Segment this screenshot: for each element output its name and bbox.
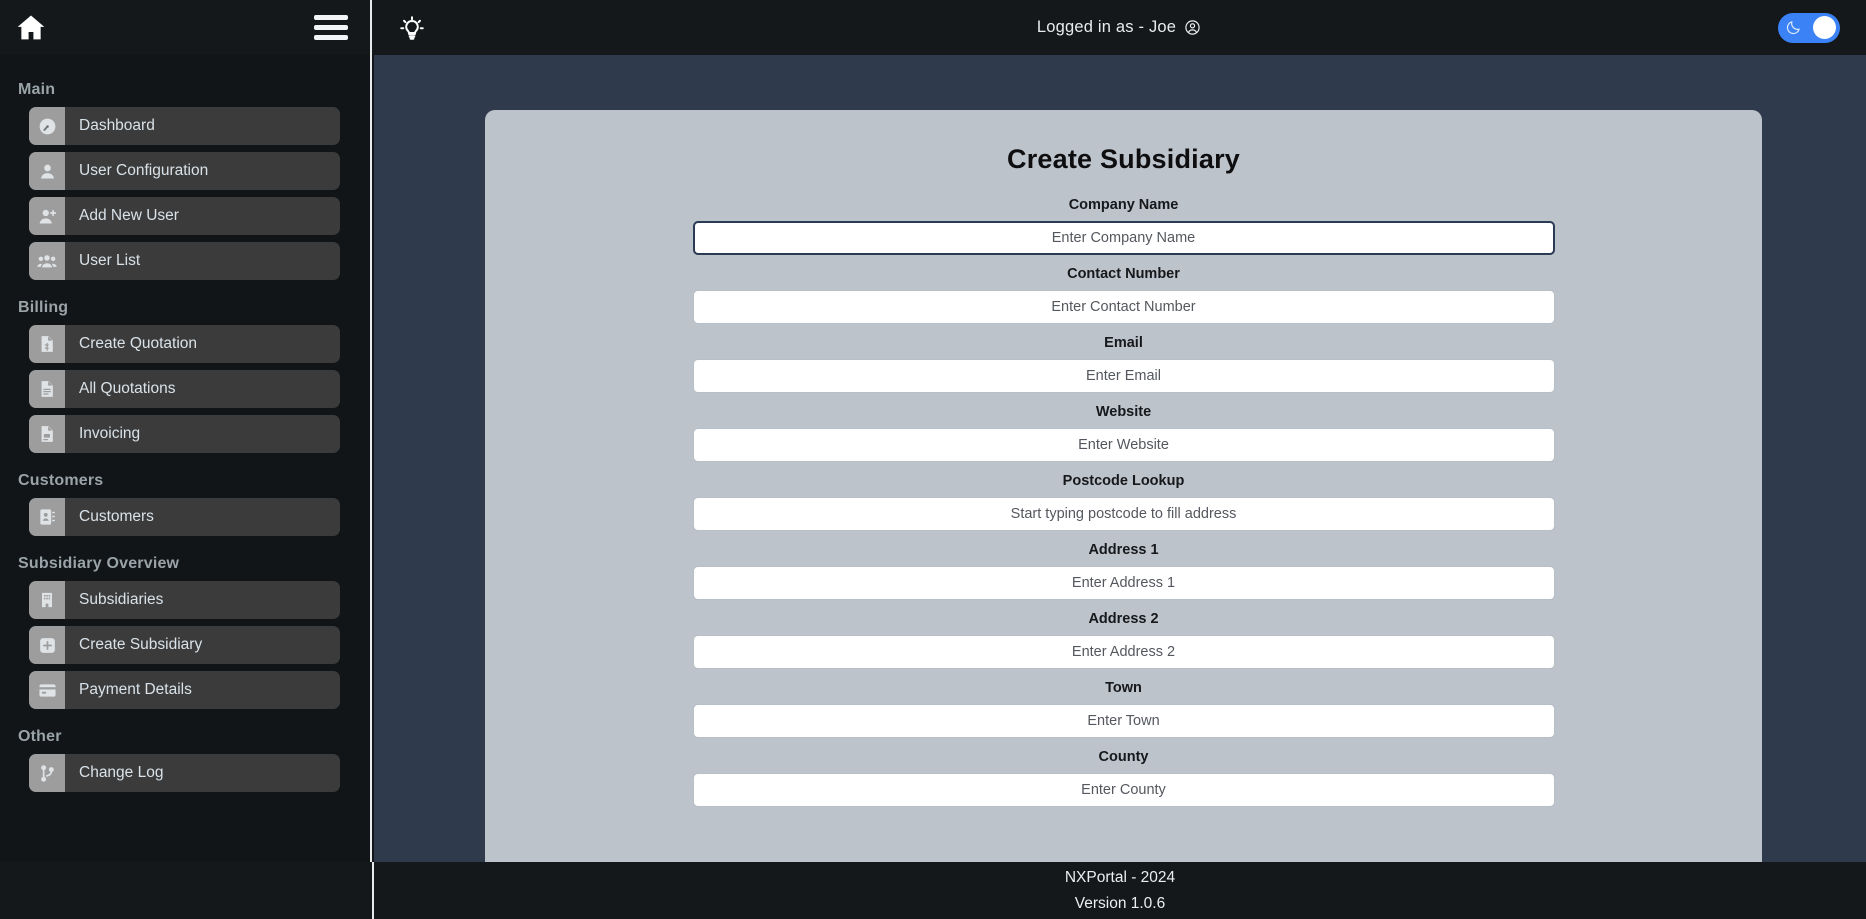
sidebar-item-label: User Configuration bbox=[79, 162, 209, 179]
create-subsidiary-form-card: Create Subsidiary Company Name Contact N… bbox=[485, 110, 1762, 862]
logged-in-status: Logged in as - Joe bbox=[372, 0, 1866, 55]
sidebar-item-add-new-user[interactable]: Add New User bbox=[29, 197, 340, 235]
field-label: Address 1 bbox=[1088, 542, 1159, 558]
sidebar-section-title: Customers bbox=[18, 472, 104, 489]
form-field-county: County bbox=[485, 749, 1762, 807]
users-group-icon bbox=[29, 242, 65, 280]
footer-version: Version 1.0.6 bbox=[1074, 894, 1166, 912]
county-input[interactable] bbox=[692, 773, 1555, 807]
field-label: Website bbox=[1095, 404, 1152, 420]
sidebar-item-label: Dashboard bbox=[79, 117, 155, 134]
sidebar-navigation: Main Dashboard User Configuration Add Ne… bbox=[0, 55, 372, 919]
field-label: Address 2 bbox=[1088, 611, 1159, 627]
sidebar-section-title: Main bbox=[18, 81, 56, 98]
main-content-area: Create Subsidiary Company Name Contact N… bbox=[374, 55, 1866, 862]
address-book-icon bbox=[29, 498, 65, 536]
git-branch-icon bbox=[29, 754, 65, 792]
building-icon bbox=[29, 581, 65, 619]
document-dollar-icon bbox=[29, 325, 65, 363]
sidebar-item-user-list[interactable]: User List bbox=[29, 242, 340, 280]
sidebar-item-label: Create Subsidiary bbox=[79, 636, 203, 653]
field-label: Email bbox=[1104, 335, 1143, 351]
footer-copyright: NXPortal - 2024 bbox=[1064, 868, 1176, 886]
field-label: Company Name bbox=[1068, 197, 1179, 213]
sidebar-item-label: User List bbox=[79, 252, 141, 269]
form-field-postcode-lookup: Postcode Lookup bbox=[485, 473, 1762, 531]
company-name-input[interactable] bbox=[692, 221, 1555, 255]
credit-card-icon bbox=[29, 671, 65, 709]
home-icon[interactable] bbox=[14, 11, 48, 45]
form-field-address-1: Address 1 bbox=[485, 542, 1762, 600]
sidebar-item-payment-details[interactable]: Payment Details bbox=[29, 671, 340, 709]
form-field-contact-number: Contact Number bbox=[485, 266, 1762, 324]
speedometer-icon bbox=[29, 107, 65, 145]
sidebar-item-label: Add New User bbox=[79, 207, 179, 224]
sidebar-item-label: Subsidiaries bbox=[79, 591, 164, 608]
sidebar-item-user-configuration[interactable]: User Configuration bbox=[29, 152, 340, 190]
sidebar-item-label: All Quotations bbox=[79, 380, 176, 397]
page-footer: NXPortal - 2024 Version 1.0.6 bbox=[0, 862, 1866, 919]
logged-in-label: Logged in as - Joe bbox=[1036, 18, 1177, 36]
sidebar-item-create-subsidiary[interactable]: Create Subsidiary bbox=[29, 626, 340, 664]
form-field-email: Email bbox=[485, 335, 1762, 393]
page-title: Create Subsidiary bbox=[1007, 144, 1240, 174]
form-field-company-name: Company Name bbox=[485, 197, 1762, 255]
email-input[interactable] bbox=[692, 359, 1555, 393]
sidebar-header bbox=[0, 0, 372, 55]
top-bar-right: Logged in as - Joe bbox=[372, 0, 1866, 55]
dark-mode-toggle[interactable] bbox=[1778, 12, 1840, 43]
sidebar-section-title: Subsidiary Overview bbox=[18, 555, 180, 572]
sidebar-item-label: Invoicing bbox=[79, 425, 141, 442]
hamburger-bar bbox=[314, 25, 348, 30]
field-label: Town bbox=[1105, 680, 1142, 696]
sidebar-item-all-quotations[interactable]: All Quotations bbox=[29, 370, 340, 408]
invoice-icon bbox=[29, 415, 65, 453]
toggle-knob bbox=[1813, 16, 1836, 39]
contact-number-input[interactable] bbox=[692, 290, 1555, 324]
sidebar-item-label: Customers bbox=[79, 508, 154, 525]
sidebar-item-label: Change Log bbox=[79, 764, 164, 781]
hamburger-bar bbox=[314, 15, 348, 20]
postcode-lookup-input[interactable] bbox=[692, 497, 1555, 531]
user-plus-icon bbox=[29, 197, 65, 235]
lightbulb-icon[interactable] bbox=[394, 10, 430, 46]
app-root: Logged in as - Joe Main Dashboard User C… bbox=[0, 0, 1866, 919]
user-circle-icon bbox=[1185, 20, 1200, 35]
top-bar: Logged in as - Joe bbox=[0, 0, 1866, 55]
plus-square-icon bbox=[29, 626, 65, 664]
sidebar-item-dashboard[interactable]: Dashboard bbox=[29, 107, 340, 145]
moon-icon bbox=[1785, 19, 1802, 36]
website-input[interactable] bbox=[692, 428, 1555, 462]
document-lines-icon bbox=[29, 370, 65, 408]
sidebar-item-subsidiaries[interactable]: Subsidiaries bbox=[29, 581, 340, 619]
sidebar-item-create-quotation[interactable]: Create Quotation bbox=[29, 325, 340, 363]
field-label: County bbox=[1098, 749, 1149, 765]
sidebar-section-title: Other bbox=[18, 728, 62, 745]
form-field-address-2: Address 2 bbox=[485, 611, 1762, 669]
field-label: Contact Number bbox=[1067, 266, 1180, 282]
sidebar-item-label: Payment Details bbox=[79, 681, 192, 698]
sidebar-item-change-log[interactable]: Change Log bbox=[29, 754, 340, 792]
hamburger-menu-icon[interactable] bbox=[314, 15, 348, 40]
town-input[interactable] bbox=[692, 704, 1555, 738]
form-field-town: Town bbox=[485, 680, 1762, 738]
user-icon bbox=[29, 152, 65, 190]
address-2-input[interactable] bbox=[692, 635, 1555, 669]
sidebar-item-label: Create Quotation bbox=[79, 335, 198, 352]
sidebar-item-customers[interactable]: Customers bbox=[29, 498, 340, 536]
form-field-website: Website bbox=[485, 404, 1762, 462]
field-label: Postcode Lookup bbox=[1062, 473, 1185, 489]
sidebar-section-title: Billing bbox=[18, 299, 69, 316]
hamburger-bar bbox=[314, 35, 348, 40]
address-1-input[interactable] bbox=[692, 566, 1555, 600]
footer-content: NXPortal - 2024 Version 1.0.6 bbox=[374, 862, 1866, 919]
sidebar-item-invoicing[interactable]: Invoicing bbox=[29, 415, 340, 453]
